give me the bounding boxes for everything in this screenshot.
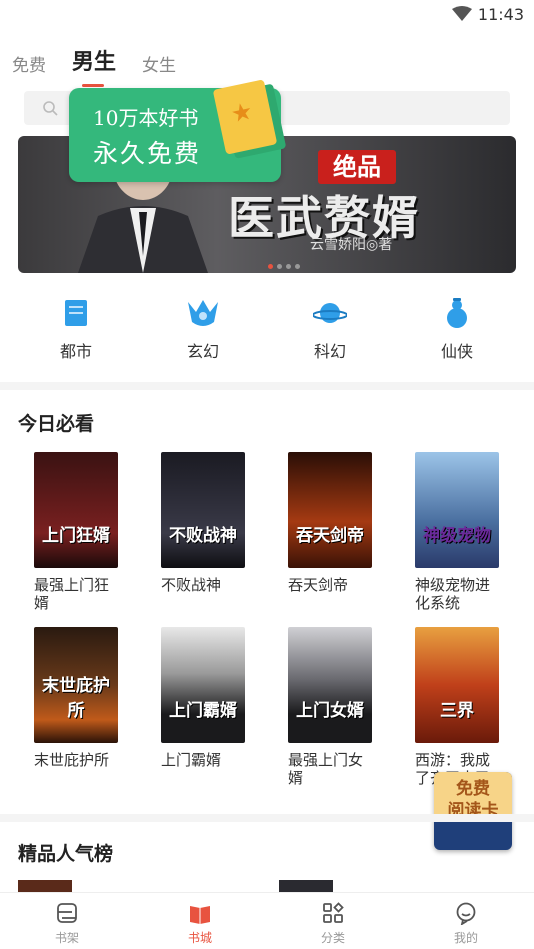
section-divider [0,814,534,822]
promo-line2: 永久免费 [93,139,202,168]
book-title: 最强上门狂婿 [34,576,110,612]
category-icon [323,902,344,923]
banner-badge: 绝品 [318,150,396,184]
book-cover: 不败战神 [161,452,245,568]
category-fantasy[interactable]: 玄幻 [163,296,243,362]
nav-bookstore[interactable]: 书城 [170,901,230,946]
book-card[interactable]: 吞天剑帝 吞天剑帝 [288,452,382,594]
nav-label: 书架 [54,931,79,945]
nav-label: 我的 [453,931,478,945]
book-card[interactable]: 三界 西游：我成了齐天大圣 [415,627,509,787]
cover-title: 上门狂婿 [42,526,110,546]
profile-icon [456,902,476,925]
book-card[interactable]: 上门霸婿 上门霸婿 [161,627,255,769]
category-city[interactable]: 都市 [36,296,116,362]
nav-label: 分类 [320,931,345,945]
cover-title: 末世庇护所 [42,676,110,721]
rank-cover-peek [18,880,72,894]
book-like-icon: ★ [212,79,278,155]
xianxia-icon [447,298,467,328]
scifi-icon [313,303,347,323]
pager-dot [277,264,282,269]
book-card[interactable]: 上门女婿 最强上门女婿 [288,627,382,787]
bookshelf-icon [57,903,77,923]
book-title: 最强上门女婿 [288,751,364,787]
status-bar: 11:43 [0,0,534,30]
book-cover: 三界 [415,627,499,743]
cover-title: 三界 [440,701,474,721]
nav-category[interactable]: 分类 [303,901,363,946]
app-screen: 11:43 免费 男生 女生 绝品 医武赘婿 云雪娇阳◎著 10万本好书 永久免… [0,0,534,949]
promo-free-books[interactable]: 10万本好书 永久免费 ★ [69,79,281,182]
book-title: 不败战神 [161,576,222,594]
cover-title: 上门霸婿 [169,701,237,721]
tab-female[interactable]: 女生 [142,51,176,76]
book-title: 吞天剑帝 [288,576,349,594]
book-cover: 上门狂婿 [34,452,118,568]
book-cover: 神级宠物 [415,452,499,568]
pager-dot [268,264,273,269]
book-cover: 末世庇护所 [34,627,118,743]
section-title-today: 今日必看 [18,413,95,435]
book-title: 上门霸婿 [161,751,222,769]
bookstore-icon [190,906,210,924]
thumbs-up-icon: ★ [228,96,256,129]
pager-dot [295,264,300,269]
category-label: 科幻 [313,342,346,361]
cover-title: 上门女婿 [296,701,364,721]
banner-pager [268,264,300,269]
search-icon [43,101,58,116]
city-icon [65,300,87,326]
banner-author: 云雪娇阳◎著 [310,237,393,253]
gender-tabs: 免费 男生 女生 [12,36,202,87]
category-label: 玄幻 [186,342,219,361]
fantasy-icon [188,300,218,326]
wifi-icon [452,6,472,21]
free-reading-card-button[interactable]: 免费 阅读卡 [434,772,512,850]
book-card[interactable]: 上门狂婿 最强上门狂婿 [34,452,128,612]
nav-label: 书城 [187,931,212,945]
category-label: 都市 [59,342,92,361]
rank-cover-peek [279,880,333,894]
pager-dot [286,264,291,269]
cover-title: 不败战神 [169,526,237,546]
status-time: 11:43 [477,5,524,24]
cover-title: 神级宠物 [423,526,491,546]
tab-free[interactable]: 免费 [12,51,46,76]
book-title: 神级宠物进化系统 [415,576,491,612]
nav-profile[interactable]: 我的 [436,901,496,946]
book-cover: 上门女婿 [288,627,372,743]
category-scifi[interactable]: 科幻 [290,296,370,362]
tab-male[interactable]: 男生 [72,44,116,87]
book-title: 末世庇护所 [34,751,110,769]
promo-line1: 10万本好书 [93,106,199,130]
cover-title: 吞天剑帝 [296,526,364,546]
category-label: 仙侠 [440,342,473,361]
book-card[interactable]: 不败战神 不败战神 [161,452,255,594]
section-title-rank: 精品人气榜 [18,843,114,865]
category-xianxia[interactable]: 仙侠 [417,296,497,362]
section-divider [0,382,534,390]
nav-bookshelf[interactable]: 书架 [37,901,97,946]
book-cover: 上门霸婿 [161,627,245,743]
category-row: 都市 玄幻 科幻 仙侠 [0,296,534,366]
book-card[interactable]: 末世庇护所 末世庇护所 [34,627,128,769]
book-cover: 吞天剑帝 [288,452,372,568]
bottom-navigation: 书架 书城 分类 我的 [0,893,534,949]
book-card[interactable]: 神级宠物 神级宠物进化系统 [415,452,509,612]
